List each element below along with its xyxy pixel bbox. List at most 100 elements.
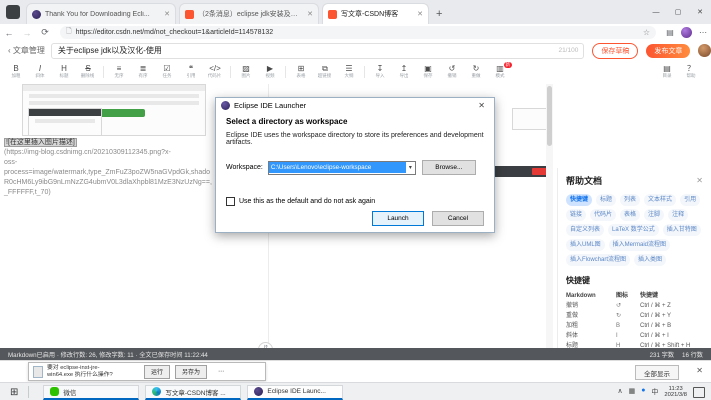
toolbar-strikethrough-button[interactable]: S删除线 [76, 64, 100, 80]
favorite-star-icon[interactable]: ☆ [643, 28, 650, 37]
chevron-down-icon[interactable]: ▾ [406, 164, 415, 171]
help-close-icon[interactable]: ✕ [696, 176, 703, 185]
tab-title: （2条消息）eclipse jdk安装及汉化 - CSDN [198, 9, 303, 19]
article-manage-link[interactable]: ‹ 文章管理 [8, 45, 45, 56]
toolbar-separator [285, 66, 286, 78]
new-tab-button[interactable]: + [436, 8, 442, 20]
download-more-icon[interactable]: ⋯ [212, 366, 230, 378]
workspace-combobox[interactable]: C:\Users\Lenovo\eclipse-workspace ▾ [268, 161, 416, 175]
preview-dark-strip [492, 166, 553, 177]
shortcut-keys: Ctrl / ⌘ + Z [640, 301, 703, 311]
toolbar-video-button[interactable]: ▶视频 [258, 64, 282, 80]
tray-chevron-icon[interactable]: ∧ [617, 387, 622, 397]
browse-button[interactable]: Browse... [422, 160, 476, 175]
toolbar-toc-button[interactable]: ▤目录 [655, 64, 679, 80]
toolbar-separator [364, 66, 365, 78]
run-button[interactable]: 运行 [144, 365, 170, 379]
help-tag[interactable]: 插入Flowchart流程图 [566, 254, 630, 266]
help-tag[interactable]: 注脚 [644, 209, 664, 221]
toolbar-task-list-button[interactable]: ☑任务 [155, 64, 179, 80]
save-as-button[interactable]: 另存为 [175, 365, 207, 379]
toolbar-heading-button[interactable]: H标题 [52, 64, 76, 80]
help-tag[interactable]: 代码片 [590, 209, 616, 221]
maximize-button[interactable]: ▢ [667, 8, 689, 16]
help-tag[interactable]: 列表 [620, 194, 640, 206]
title-char-counter: 21/100 [558, 47, 578, 54]
help-tag[interactable]: 插入UML图 [566, 239, 605, 251]
toolbar-unordered-list-button[interactable]: ≡无序 [107, 64, 131, 80]
collections-icon[interactable]: ▤ [662, 28, 678, 37]
toolbar-redo-button[interactable]: ↻重做 [464, 64, 488, 80]
forward-icon[interactable]: → [18, 28, 36, 38]
help-tag[interactable]: 插入类图 [634, 254, 666, 266]
save-draft-button[interactable]: 保存草稿 [592, 43, 638, 59]
csdn-favicon-icon [328, 10, 337, 19]
taskbar-app-wechat[interactable]: 微信 [43, 385, 139, 400]
browser-tab-3[interactable]: 写文章-CSDN博客✕ [322, 3, 429, 24]
toolbar-import-button[interactable]: ↧导入 [368, 64, 392, 80]
help-tag[interactable]: 引用 [680, 194, 700, 206]
help-tag[interactable]: 注释 [668, 209, 688, 221]
toolbar-image-button[interactable]: ▨图片 [234, 64, 258, 80]
toolbar-mode-button[interactable]: ▥新模式 [488, 64, 512, 80]
toolbar-outline-button[interactable]: ☰大纲 [337, 64, 361, 80]
download-bar-close-icon[interactable]: ✕ [696, 366, 703, 375]
toolbar-ordered-list-button[interactable]: ≣有序 [131, 64, 155, 80]
shortcut-icon: B [616, 321, 640, 331]
dialog-title-bar[interactable]: Eclipse IDE Launcher ✕ [216, 98, 494, 113]
publish-button[interactable]: 发布文章 [646, 44, 690, 58]
close-button[interactable]: ✕ [689, 8, 711, 16]
show-all-downloads-button[interactable]: 全部显示 [635, 365, 679, 380]
help-icon: ？ [687, 64, 695, 73]
tab-close-icon[interactable]: ✕ [164, 10, 170, 18]
help-tag[interactable]: 标题 [596, 194, 616, 206]
toolbar-undo-button[interactable]: ↺撤销 [440, 64, 464, 80]
tab-close-icon[interactable]: ✕ [417, 10, 423, 18]
browser-tab-1[interactable]: Thank You for Downloading Ecli...✕ [26, 3, 176, 24]
browser-tab-2[interactable]: （2条消息）eclipse jdk安装及汉化 - CSDN ✕ [179, 3, 319, 24]
toolbar-hyperlink-button[interactable]: ⧉超链接 [313, 64, 337, 80]
help-tag[interactable]: 自定义列表 [566, 224, 604, 236]
taskbar-app-edge[interactable]: 写文章-CSDN博客 ... [145, 385, 241, 400]
network-status-icon[interactable]: ● [641, 387, 645, 397]
toolbar-italic-button[interactable]: I斜体 [28, 64, 52, 80]
toolbar-help-button[interactable]: ？帮助 [679, 64, 703, 80]
preview-scrollbar[interactable] [546, 84, 553, 348]
toolbar-bold-button[interactable]: B加粗 [4, 64, 28, 80]
user-avatar[interactable] [698, 44, 711, 57]
article-title-input[interactable]: 关于eclipse jdk以及汉化-使用 21/100 [51, 43, 584, 59]
default-workspace-checkbox[interactable] [226, 197, 235, 206]
help-tag[interactable]: 插入Mermaid流程图 [609, 239, 670, 251]
tab-close-icon[interactable]: ✕ [307, 10, 313, 18]
toolbar-table-button[interactable]: ⊞表格 [289, 64, 313, 80]
toolbar-save-button[interactable]: ▣保存 [416, 64, 440, 80]
dialog-close-icon[interactable]: ✕ [474, 101, 489, 110]
help-tag[interactable]: 链接 [566, 209, 586, 221]
toolbar-export-button[interactable]: ↥导出 [392, 64, 416, 80]
vertical-tabs-icon[interactable] [6, 5, 20, 19]
start-button[interactable]: ⊞ [0, 387, 28, 398]
system-tray: ∧ ▦ ● 中 11:23 2021/3/8 [617, 386, 711, 399]
toolbar-code-snippet-button[interactable]: </>代码片 [203, 64, 227, 80]
help-tag[interactable]: 表格 [620, 209, 640, 221]
ime-language-icon[interactable]: 中 [651, 387, 658, 397]
help-tag[interactable]: 插入甘特图 [663, 224, 701, 236]
minimize-button[interactable]: — [645, 9, 667, 16]
taskbar-app-eclipse[interactable]: Eclipse IDE Launc... [247, 385, 343, 400]
cancel-button[interactable]: Cancel [432, 211, 484, 226]
refresh-icon[interactable]: ⟳ [36, 27, 54, 38]
action-center-icon[interactable] [693, 387, 705, 398]
browser-profile-avatar[interactable] [681, 27, 692, 38]
back-icon[interactable]: ← [0, 28, 18, 38]
touch-keyboard-icon[interactable]: ▦ [629, 387, 636, 397]
browser-menu-icon[interactable]: ⋯ [695, 28, 711, 37]
mode-icon: ▥ [496, 64, 504, 73]
document-image-thumbnail-small[interactable] [28, 108, 102, 136]
toolbar-quote-button[interactable]: ❝引用 [179, 64, 203, 80]
help-tag[interactable]: LaTeX 数学公式 [608, 224, 659, 236]
url-input[interactable]: 🗋 https://editor.csdn.net/md/not_checkou… [60, 26, 656, 39]
launch-button[interactable]: Launch [372, 211, 424, 226]
taskbar-clock[interactable]: 11:23 2021/3/8 [664, 386, 687, 399]
help-tag[interactable]: 快捷键 [566, 194, 592, 206]
help-tag[interactable]: 文本样式 [644, 194, 676, 206]
